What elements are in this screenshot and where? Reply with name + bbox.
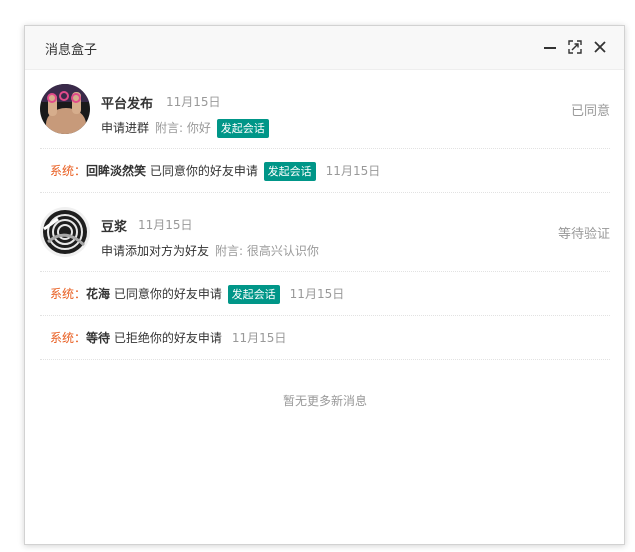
friend-name[interactable]: 花海 (86, 287, 110, 301)
status-label: 等待验证 (557, 227, 610, 242)
maximize-icon[interactable] (567, 39, 583, 55)
list-item: 豆浆 11月15日 申请添加对方为好友 附言: 很高兴认识你 等待验证 (40, 193, 610, 272)
friend-name[interactable]: 等待 (86, 331, 110, 345)
message-body: 申请添加对方为好友 附言: 很高兴认识你 (101, 242, 319, 259)
friend-name[interactable]: 回眸淡然笑 (86, 164, 146, 178)
message-note: 附言: 很高兴认识你 (215, 244, 319, 258)
list-item: 系统：花海 已同意你的好友申请 发起会话 11月15日 (40, 272, 610, 316)
start-chat-button[interactable]: 发起会话 (216, 119, 269, 138)
message-box-window: 消息盒子 平台发布 11月15日 申请进群 附言: 你好 发起会话 已同意 系统… (24, 25, 625, 545)
avatar[interactable] (40, 84, 90, 134)
message-action: 申请进群 (101, 121, 150, 135)
message-date: 11月15日 (138, 218, 193, 232)
message-body: 申请进群 附言: 你好 发起会话 (101, 119, 269, 138)
avatar[interactable] (40, 207, 90, 257)
status-label: 已同意 (570, 104, 610, 119)
message-list: 平台发布 11月15日 申请进群 附言: 你好 发起会话 已同意 系统：回眸淡然笑… (40, 70, 610, 408)
start-chat-button[interactable]: 发起会话 (227, 285, 280, 304)
no-more-messages: 暂无更多新消息 (282, 394, 367, 408)
system-text: 已同意你的好友申请 (110, 287, 226, 301)
list-item: 平台发布 11月15日 申请进群 附言: 你好 发起会话 已同意 (40, 70, 610, 149)
system-label: 系统： (50, 331, 87, 345)
list-item: 系统：回眸淡然笑 已同意你的好友申请 发起会话 11月15日 (40, 149, 610, 193)
system-label: 系统： (50, 164, 87, 178)
message-action: 申请添加对方为好友 (101, 244, 210, 258)
list-item: 系统：等待 已拒绝你的好友申请 11月15日 (40, 316, 610, 360)
system-text: 已同意你的好友申请 (146, 164, 262, 178)
message-date: 11月15日 (166, 95, 221, 109)
sender-name[interactable]: 豆浆 (101, 216, 127, 235)
close-icon[interactable] (592, 39, 608, 55)
system-text: 已拒绝你的好友申请 (110, 331, 222, 345)
message-date: 11月15日 (325, 164, 381, 178)
title-bar: 消息盒子 (25, 26, 624, 70)
window-title: 消息盒子 (45, 43, 98, 58)
message-date: 11月15日 (231, 331, 287, 345)
message-date: 11月15日 (289, 287, 345, 301)
message-note: 附言: 你好 (155, 121, 211, 135)
start-chat-button[interactable]: 发起会话 (263, 162, 316, 181)
minimize-icon[interactable] (542, 39, 558, 55)
sender-name[interactable]: 平台发布 (101, 93, 153, 112)
system-label: 系统： (50, 287, 87, 301)
